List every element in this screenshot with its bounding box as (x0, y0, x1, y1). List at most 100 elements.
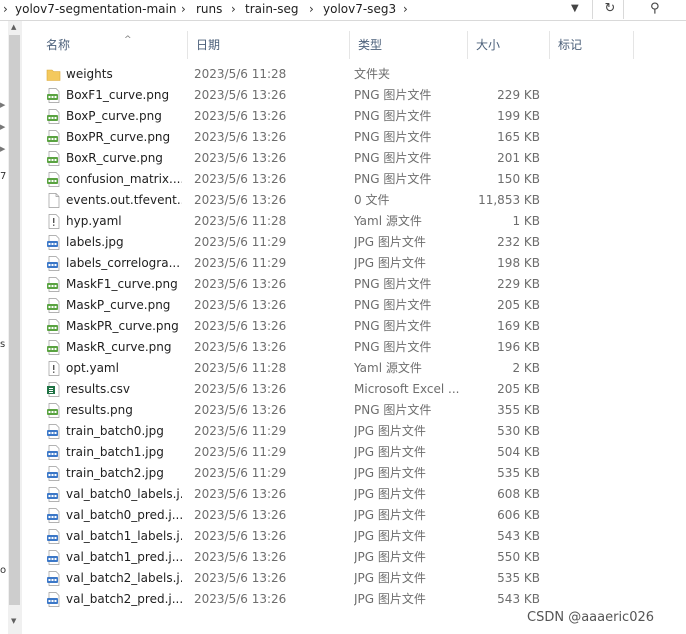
nav-text-fragment: s (0, 339, 6, 350)
file-row[interactable]: results.png 2023/5/6 13:26 PNG 图片文件 355 KB (22, 400, 686, 421)
file-size: 205 KB (497, 382, 540, 396)
address-dropdown-icon[interactable]: ▼ (571, 0, 579, 18)
file-row[interactable]: MaskP_curve.png 2023/5/6 13:26 PNG 图片文件 205… (22, 295, 686, 316)
yaml-file-icon (46, 361, 61, 376)
file-row[interactable]: opt.yaml 2023/5/6 11:28 Yaml 源文件 2 KB (22, 358, 686, 379)
column-header-tags[interactable]: 标记 (550, 31, 634, 59)
file-row[interactable]: labels_correlogra... 2023/5/6 11:29 JPG 图片… (22, 253, 686, 274)
column-header-name[interactable]: 名称 ^ (38, 31, 188, 59)
file-type: PNG 图片文件 (354, 277, 432, 291)
file-row[interactable]: val_batch1_pred.j... 2023/5/6 13:26 JPG 图片… (22, 547, 686, 568)
jpg-file-icon (46, 508, 61, 523)
file-row[interactable]: val_batch0_labels.j... 2023/5/6 13:26 JPG … (22, 484, 686, 505)
breadcrumb-chevron-icon[interactable]: › (3, 0, 8, 18)
file-type: PNG 图片文件 (354, 403, 432, 417)
breadcrumb-item[interactable]: train-seg (245, 0, 299, 18)
file-row[interactable]: weights 2023/5/6 11:28 文件夹 (22, 64, 686, 85)
file-type: PNG 图片文件 (354, 109, 432, 123)
file-type: 文件夹 (354, 67, 391, 81)
file-row[interactable]: MaskPR_curve.png 2023/5/6 13:26 PNG 图片文件 16… (22, 316, 686, 337)
scrollbar-thumb[interactable] (9, 35, 20, 605)
file-type: JPG 图片文件 (354, 256, 426, 270)
file-name: weights (66, 67, 113, 81)
file-type: JPG 图片文件 (354, 508, 426, 522)
file-size: 606 KB (497, 508, 540, 522)
column-header-type[interactable]: 类型 (350, 31, 468, 59)
file-size: 535 KB (497, 466, 540, 480)
breadcrumb-chevron-icon[interactable]: › (309, 0, 314, 18)
file-date: 2023/5/6 13:26 (194, 529, 287, 543)
navigation-pane: ▶ ▶ ▶ 7 s o (0, 21, 8, 634)
file-date: 2023/5/6 13:26 (194, 88, 287, 102)
file-date: 2023/5/6 13:26 (194, 571, 287, 585)
file-row[interactable]: MaskF1_curve.png 2023/5/6 13:26 PNG 图片文件 22… (22, 274, 686, 295)
file-name: train_batch2.jpg (66, 466, 164, 480)
csv-file-icon (46, 382, 61, 397)
file-row[interactable]: val_batch1_labels.j... 2023/5/6 13:26 JPG … (22, 526, 686, 547)
scroll-down-icon[interactable]: ▼ (11, 617, 16, 625)
file-row[interactable]: val_batch2_labels.j... 2023/5/6 13:26 JPG … (22, 568, 686, 589)
file-date: 2023/5/6 13:26 (194, 382, 287, 396)
file-list: weights 2023/5/6 11:28 文件夹 BoxF1_curve.png 2… (22, 64, 686, 610)
file-size: 355 KB (497, 403, 540, 417)
file-type: Microsoft Excel ... (354, 382, 460, 396)
file-row[interactable]: hyp.yaml 2023/5/6 11:28 Yaml 源文件 1 KB (22, 211, 686, 232)
jpg-file-icon (46, 424, 61, 439)
file-row[interactable]: BoxF1_curve.png 2023/5/6 13:26 PNG 图片文件 229… (22, 85, 686, 106)
refresh-button[interactable]: ↻ (597, 0, 624, 19)
search-box[interactable]: ⚲ (630, 0, 686, 19)
file-row[interactable]: BoxR_curve.png 2023/5/6 13:26 PNG 图片文件 201 … (22, 148, 686, 169)
breadcrumb-chevron-icon[interactable]: › (181, 0, 186, 18)
file-row[interactable]: train_batch0.jpg 2023/5/6 11:29 JPG 图片文件 53… (22, 421, 686, 442)
file-name: MaskR_curve.png (66, 340, 172, 354)
file-row[interactable]: confusion_matrix.... 2023/5/6 13:26 PNG 图片… (22, 169, 686, 190)
column-header-size[interactable]: 大小 (468, 31, 550, 59)
breadcrumb-chevron-icon[interactable]: › (231, 0, 236, 18)
file-size: 232 KB (497, 235, 540, 249)
file-row[interactable]: val_batch0_pred.j... 2023/5/6 13:26 JPG 图片… (22, 505, 686, 526)
breadcrumb-item[interactable]: runs (196, 0, 222, 18)
file-row[interactable]: labels.jpg 2023/5/6 11:29 JPG 图片文件 232 KB (22, 232, 686, 253)
png-file-icon (46, 172, 61, 187)
nav-scrollbar[interactable]: ▲ ▼ (8, 21, 22, 634)
file-date: 2023/5/6 11:29 (194, 466, 287, 480)
file-size: 165 KB (497, 130, 540, 144)
jpg-file-icon (46, 592, 61, 607)
file-date: 2023/5/6 11:29 (194, 424, 287, 438)
file-name: labels.jpg (66, 235, 124, 249)
file-name: MaskP_curve.png (66, 298, 171, 312)
file-row[interactable]: MaskR_curve.png 2023/5/6 13:26 PNG 图片文件 196… (22, 337, 686, 358)
file-size: 229 KB (497, 277, 540, 291)
file-row[interactable]: train_batch2.jpg 2023/5/6 11:29 JPG 图片文件 53… (22, 463, 686, 484)
file-row[interactable]: BoxP_curve.png 2023/5/6 13:26 PNG 图片文件 199 … (22, 106, 686, 127)
breadcrumb-item[interactable]: yolov7-seg3 (323, 0, 396, 18)
column-label: 类型 (358, 38, 383, 52)
file-name: val_batch2_labels.j... (66, 571, 182, 585)
file-name: labels_correlogra... (66, 256, 181, 270)
breadcrumb-item[interactable]: yolov7-segmentation-main (15, 0, 176, 18)
file-size: 169 KB (497, 319, 540, 333)
png-file-icon (46, 340, 61, 355)
file-row[interactable]: events.out.tfevent... 2023/5/6 13:26 0 文件 1… (22, 190, 686, 211)
expand-arrow-icon[interactable]: ▶ (0, 101, 5, 109)
file-row[interactable]: val_batch2_pred.j... 2023/5/6 13:26 JPG 图片… (22, 589, 686, 610)
file-type: JPG 图片文件 (354, 529, 426, 543)
file-name: events.out.tfevent... (66, 193, 182, 207)
file-size: 2 KB (512, 361, 540, 375)
file-date: 2023/5/6 13:26 (194, 550, 287, 564)
file-size: 150 KB (497, 172, 540, 186)
file-name: BoxF1_curve.png (66, 88, 170, 102)
column-label: 大小 (476, 38, 501, 52)
column-header-date[interactable]: 日期 (188, 31, 350, 59)
file-row[interactable]: train_batch1.jpg 2023/5/6 11:29 JPG 图片文件 50… (22, 442, 686, 463)
file-type: Yaml 源文件 (354, 361, 422, 375)
file-name: train_batch1.jpg (66, 445, 164, 459)
scroll-up-icon[interactable]: ▲ (11, 23, 16, 31)
breadcrumb[interactable]: › yolov7-segmentation-main › runs › trai… (0, 0, 593, 19)
breadcrumb-chevron-icon[interactable]: › (403, 0, 408, 18)
file-row[interactable]: results.csv 2023/5/6 13:26 Microsoft Excel… (22, 379, 686, 400)
expand-arrow-icon[interactable]: ▶ (0, 123, 5, 131)
blank-file-icon (46, 193, 61, 208)
expand-arrow-icon[interactable]: ▶ (0, 145, 5, 153)
file-row[interactable]: BoxPR_curve.png 2023/5/6 13:26 PNG 图片文件 165… (22, 127, 686, 148)
